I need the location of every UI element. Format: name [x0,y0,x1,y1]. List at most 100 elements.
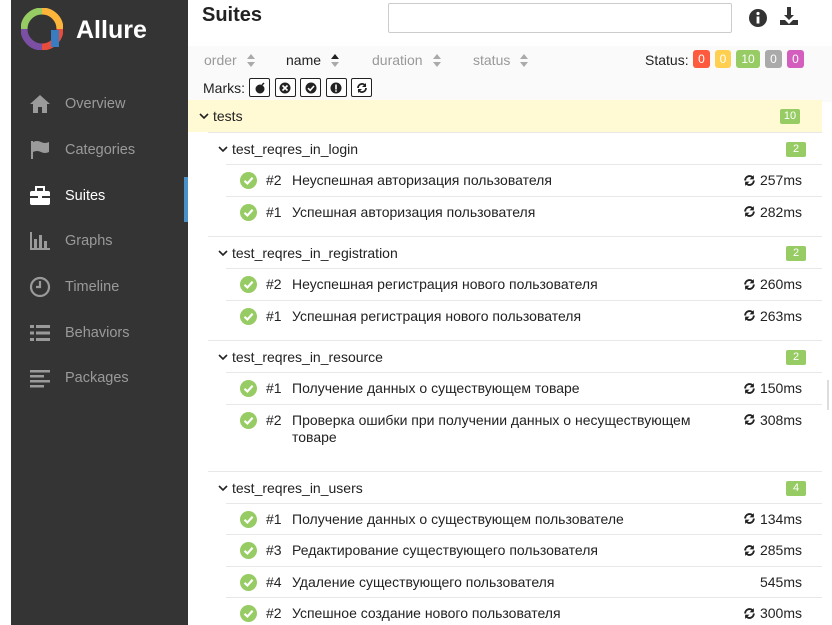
suite-group-name: test_reqres_in_login [232,141,359,157]
app-brand: Allure [76,16,147,44]
duration-value: 308ms [759,411,802,428]
passed-status-icon [240,542,257,559]
chevron-down-icon [218,354,228,361]
status-count-badge[interactable]: 0 [693,50,710,68]
new-broken-icon [330,82,342,93]
test-case-number: #2 [266,172,282,188]
retries-icon [356,82,367,93]
new-passed-icon [305,82,316,93]
passed-status-icon [240,605,257,622]
search-input[interactable] [388,3,732,33]
test-case-row[interactable]: #1 Получение данных о существующем товаре… [226,372,822,404]
duration-value: 285ms [759,542,802,558]
suite-group-name: test_reqres_in_registration [232,245,398,261]
status-count-badge[interactable]: 10 [736,50,760,68]
retries-icon [744,310,755,321]
sort-duration[interactable]: duration [372,52,441,68]
status-count-badge[interactable]: 0 [765,50,782,68]
home-icon [30,95,50,113]
suite-group-name: test_reqres_in_resource [232,349,383,365]
chevron-down-icon [199,113,209,120]
main-panel: Suites order name duration status Status… [188,0,832,625]
passed-status-icon [240,276,257,293]
sort-icon [432,53,441,67]
test-case-number: #1 [266,307,282,324]
sidebar-item-timeline[interactable]: Timeline [11,268,188,306]
suite-group-row[interactable]: test_reqres_in_login 2 [208,132,822,164]
mark-filter-button[interactable] [300,78,321,97]
flag-icon [31,141,49,159]
test-case-number: #3 [266,542,282,558]
sidebar-item-categories[interactable]: Categories [11,131,188,169]
test-case-duration: 285ms [743,542,802,558]
sidebar-item-packages[interactable]: Packages [11,359,188,397]
briefcase-icon [30,186,50,205]
test-case-name: Успешная регистрация нового пользователя [292,307,582,324]
sort-asc-icon [331,53,340,67]
sort-icon [246,53,255,67]
sidebar: Allure Overview Categories Suites Graphs Tim… [11,0,188,625]
sort-bar: order name duration status Status: 0 0 10 0… [188,46,832,102]
info-icon[interactable] [748,8,768,28]
test-case-row[interactable]: #2 Неуспешная авторизация пользователя 257… [226,164,822,196]
allure-logo-icon[interactable] [21,8,63,50]
duration-value: 134ms [759,510,802,527]
sidebar-item-overview[interactable]: Overview [11,85,188,123]
download-icon[interactable] [779,6,799,26]
suite-group-row[interactable]: test_reqres_in_registration 2 [208,236,822,268]
test-case-duration: 300ms [743,605,802,621]
scrollbar[interactable] [824,380,832,410]
status-count-badge[interactable]: 0 [715,50,731,68]
test-case-number: #2 [266,411,282,428]
sidebar-item-label: Overview [65,96,126,112]
sidebar-item-label: Categories [65,142,136,158]
test-case-name: Успешная авторизация пользователя [292,203,536,220]
test-case-name: Редактирование существующего пользовател… [292,542,599,558]
test-case-row[interactable]: #4 Удаление существующего пользователя 545… [226,565,822,598]
test-case-row[interactable]: #3 Редактирование существующего пользоват… [226,534,822,566]
marks-label: Marks: [203,80,245,96]
sidebar-item-behaviors[interactable]: Behaviors [11,314,188,352]
test-case-row[interactable]: #2 Успешное создание нового пользователя 3… [226,597,822,625]
sidebar-item-graphs[interactable]: Graphs [11,222,188,260]
sort-icon [520,53,529,67]
test-case-name: Получение данных о существующем пользова… [292,510,624,527]
mark-filter-button[interactable] [351,78,372,97]
suite-group-row[interactable]: test_reqres_in_resource 2 [208,340,822,372]
test-case-row[interactable]: #1 Успешная авторизация пользователя 282ms [226,195,822,228]
test-case-name: Неуспешная авторизация пользователя [292,172,552,188]
passed-status-icon [240,203,257,221]
test-case-duration: 134ms [743,511,802,527]
retries-icon [744,544,755,556]
sort-status[interactable]: status [473,52,529,68]
clock-icon [29,276,51,298]
sort-order-label: order [204,52,237,68]
test-case-duration: 282ms [743,204,802,220]
mark-filter-button[interactable] [325,78,347,97]
status-count-badge[interactable]: 0 [787,50,804,68]
sort-name[interactable]: name [286,52,340,68]
test-case-number: #2 [266,276,282,292]
sidebar-item-label: Graphs [65,233,113,249]
test-case-row[interactable]: #1 Успешная регистрация нового пользовате… [226,299,822,332]
duration-value: 263ms [759,307,802,324]
suite-root-row[interactable]: tests 10 [188,100,822,132]
suite-group-row[interactable]: test_reqres_in_users 4 [208,470,822,503]
chevron-down-icon [218,250,228,257]
chevron-down-icon [218,484,228,491]
sort-order[interactable]: order [204,52,255,68]
test-case-name: Неуспешная регистрация нового пользовате… [292,276,598,292]
list-icon [30,325,50,341]
new-failed-icon [279,82,291,93]
flaky-icon [255,81,265,93]
test-case-row[interactable]: #1 Получение данных о существующем пользо… [226,502,822,535]
mark-filter-button[interactable] [249,78,270,97]
sidebar-item-label: Behaviors [65,325,130,341]
test-case-name: Успешное создание нового пользователя [292,605,561,621]
mark-filter-button[interactable] [274,78,296,97]
test-case-name: Проверка ошибки при получении данных о н… [292,411,691,445]
test-case-duration: 263ms [743,308,802,324]
test-case-row[interactable]: #2 Неуспешная регистрация нового пользова… [226,268,822,300]
sidebar-item-suites[interactable]: Suites [11,177,188,222]
test-case-row[interactable]: #2 Проверка ошибки при получении данных о… [226,403,822,462]
